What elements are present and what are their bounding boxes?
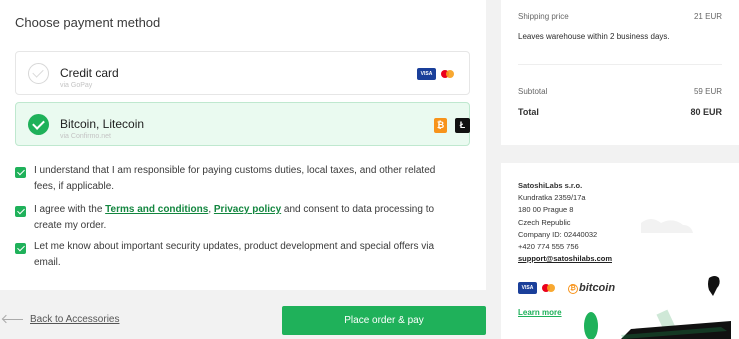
company-id: Company ID: 02440032	[518, 230, 598, 239]
shipping-row: Shipping price 21 EUR	[518, 12, 722, 21]
subtotal-label: Subtotal	[518, 87, 548, 96]
total-label: Total	[518, 107, 539, 117]
company-email-link[interactable]: support@satoshilabs.com	[518, 254, 612, 263]
option-label: Credit card	[60, 66, 119, 80]
payment-option-crypto[interactable]: Bitcoin, Litecoin via Confirmo.net ₿ Ł	[15, 102, 470, 146]
consent-customs-text: I understand that I am responsible for p…	[34, 165, 436, 192]
consent-terms-text: I agree with the Terms and conditions, P…	[34, 204, 435, 231]
company-phone: +420 774 555 756	[518, 242, 579, 251]
option-provider: via GoPay	[60, 82, 93, 89]
mastercard-icon	[542, 282, 556, 294]
litecoin-icon: Ł	[455, 118, 470, 133]
payment-option-credit-card[interactable]: Credit card via GoPay VISA	[15, 51, 470, 95]
radio-unchecked-icon[interactable]	[28, 63, 49, 84]
subtotal-row: Subtotal 59 EUR	[518, 87, 722, 96]
bitcoin-logo: ₿ bitcoin	[568, 282, 615, 294]
back-link[interactable]: Back to Accessories	[30, 314, 119, 325]
bitcoin-icon: ₿	[434, 118, 447, 133]
arrow-left-icon[interactable]	[3, 319, 23, 320]
consent-updates-text: Let me know about important security upd…	[34, 241, 435, 268]
payment-section-title: Choose payment method	[15, 15, 161, 30]
company-country: Czech Republic	[518, 218, 571, 227]
option-label: Bitcoin, Litecoin	[60, 117, 145, 131]
shipping-value: 21 EUR	[693, 12, 722, 21]
checkbox-updates[interactable]	[15, 243, 26, 254]
payment-panel: Choose payment method Credit card via Go…	[0, 0, 486, 290]
subtotal-value: 59 EUR	[693, 87, 722, 96]
mastercard-icon	[441, 68, 455, 80]
place-order-button[interactable]: Place order & pay	[282, 306, 486, 335]
visa-icon: VISA	[518, 282, 537, 294]
terms-link[interactable]: Terms and conditions	[105, 204, 208, 215]
company-street: Kundratka 2359/17a	[518, 193, 586, 202]
total-value: 80 EUR	[690, 107, 722, 117]
company-name: SatoshiLabs s.r.o.	[518, 181, 583, 190]
privacy-link[interactable]: Privacy policy	[214, 204, 281, 215]
radio-checked-icon[interactable]	[28, 114, 49, 135]
company-city: 180 00 Prague 8	[518, 205, 574, 214]
divider	[518, 64, 722, 65]
company-info: SatoshiLabs s.r.o. Kundratka 2359/17a 18…	[501, 163, 739, 339]
shipping-label: Shipping price	[518, 12, 569, 21]
checkbox-customs[interactable]	[15, 167, 26, 178]
visa-icon: VISA	[417, 68, 436, 80]
total-row: Total 80 EUR	[518, 107, 722, 117]
learn-more-link[interactable]: Learn more	[518, 308, 562, 317]
option-provider: via Confirmo.net	[60, 133, 111, 140]
warehouse-note: Leaves warehouse within 2 business days.	[518, 32, 670, 41]
hand-illustration-icon	[584, 219, 731, 339]
checkbox-terms[interactable]	[15, 206, 26, 217]
order-summary: Shipping price 21 EUR Leaves warehouse w…	[501, 0, 739, 145]
